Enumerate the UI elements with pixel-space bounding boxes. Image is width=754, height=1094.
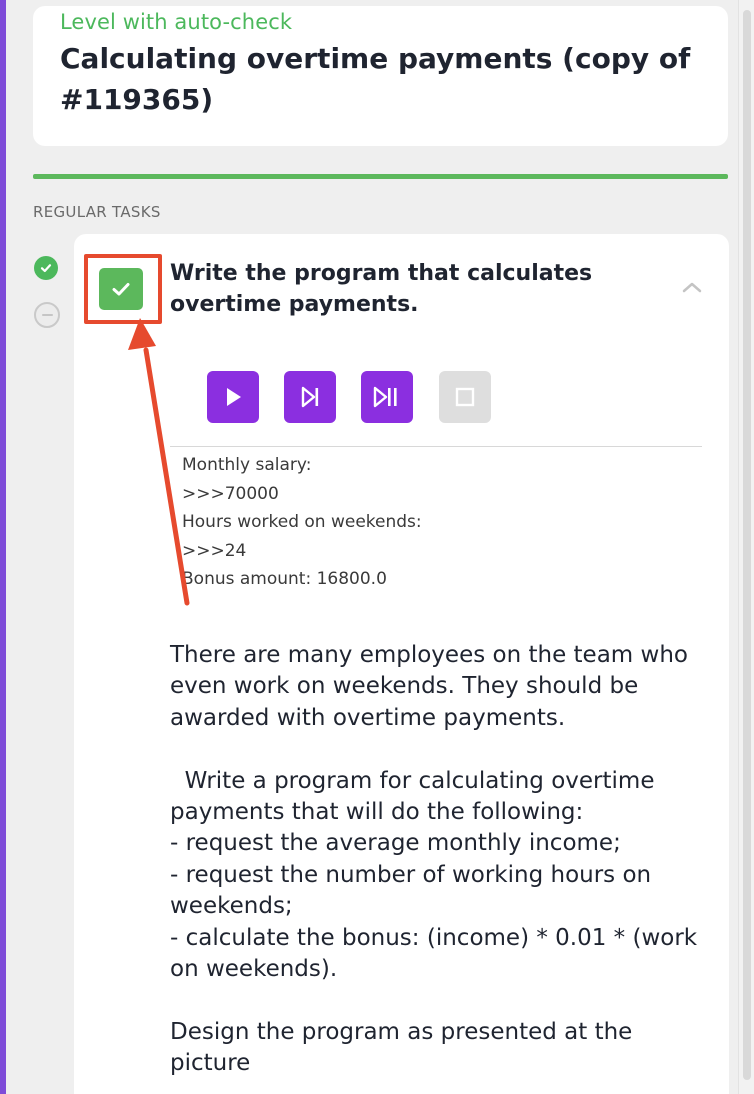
annotation-arrow <box>128 318 190 606</box>
